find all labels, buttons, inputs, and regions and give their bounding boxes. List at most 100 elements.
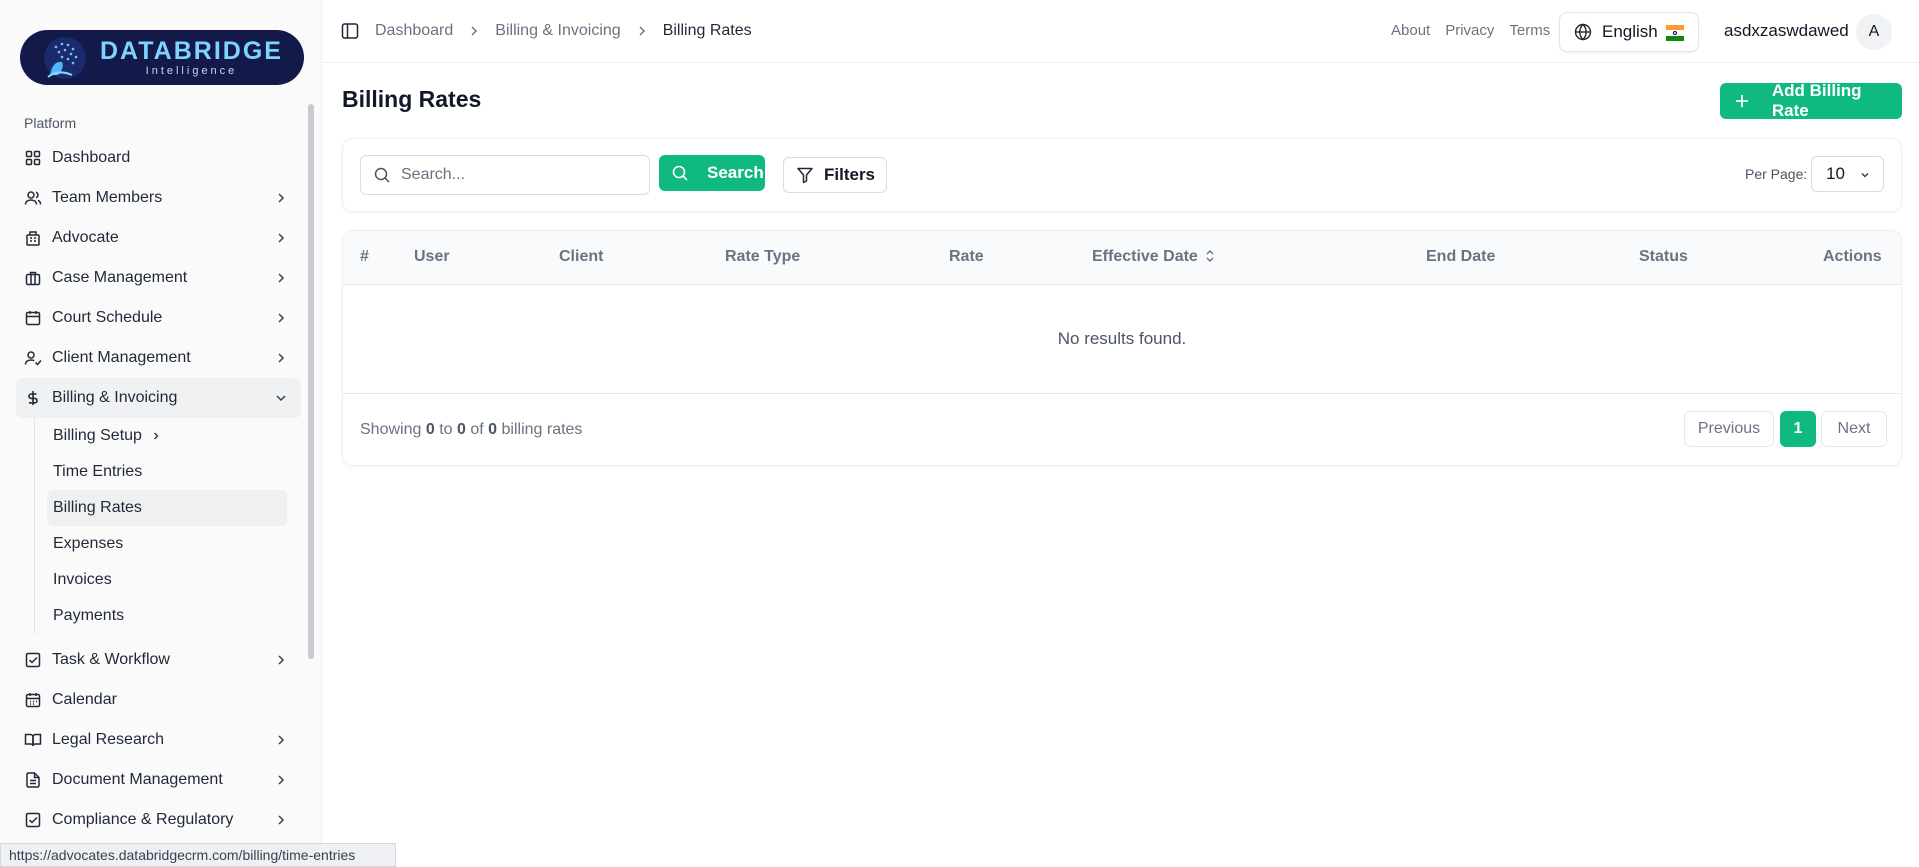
submenu-item-label: Billing Setup (53, 427, 142, 444)
plus-icon (1735, 95, 1748, 107)
chevron-right-icon (278, 655, 285, 665)
chevron-right-icon (153, 432, 159, 440)
sidebar-item-compliance-regulatory[interactable]: Compliance & Regulatory (16, 800, 301, 840)
summary-to-word: to (439, 421, 453, 438)
per-page-label: Per Page: (1745, 166, 1808, 182)
chevron-right-icon (278, 193, 285, 203)
filter-toolbar: Search Filters Per Page: 10 (342, 138, 1902, 212)
link-about[interactable]: About (1391, 22, 1430, 39)
search-field[interactable] (360, 155, 650, 195)
sidebar-item-advocate[interactable]: Advocate (16, 218, 301, 258)
calendar-icon (24, 691, 42, 709)
brand-subtitle: Intelligence (145, 64, 238, 77)
submenu-item-billing-rates[interactable]: Billing Rates (47, 490, 287, 526)
column-header-rate: Rate (949, 248, 984, 265)
sidebar-item-label: Client Management (52, 349, 191, 366)
submenu-item-payments[interactable]: Payments (51, 598, 291, 634)
chevron-right-icon (639, 26, 645, 36)
submenu-item-time-entries[interactable]: Time Entries (51, 454, 291, 490)
sidebar-item-court-schedule[interactable]: Court Schedule (16, 298, 301, 338)
sidebar-item-task-workflow[interactable]: Task & Workflow (16, 640, 301, 680)
sidebar-item-label: Advocate (52, 229, 119, 246)
brand-logo[interactable]: DATABRIDGE Intelligence (20, 30, 304, 85)
chevron-down-icon (276, 395, 286, 402)
submenu-item-label: Billing Rates (53, 499, 142, 516)
chevron-right-icon (278, 313, 285, 323)
sidebar-nav: Platform Dashboard Team Members Advocate… (16, 112, 301, 840)
column-header-end-date: End Date (1426, 248, 1496, 265)
add-billing-rate-button[interactable]: Add Billing Rate (1720, 81, 1902, 120)
submenu-item-label: Time Entries (53, 463, 143, 480)
users-icon (24, 189, 42, 207)
user-check-icon (24, 349, 42, 367)
breadcrumb-current: Billing Rates (662, 22, 752, 39)
submenu-item-billing-setup[interactable]: Billing Setup (51, 418, 291, 454)
chevron-right-icon (471, 26, 478, 36)
next-page-button[interactable]: Next (1821, 411, 1887, 447)
chevron-right-icon (278, 233, 285, 243)
globe-icon (1574, 23, 1592, 41)
filter-icon (797, 167, 813, 184)
india-flag-icon (1666, 25, 1684, 41)
sidebar-toggle-icon[interactable] (341, 22, 359, 40)
link-privacy[interactable]: Privacy (1445, 22, 1494, 39)
top-bar: Dashboard Billing & Invoicing Billing Ra… (323, 0, 1919, 63)
column-header-client: Client (559, 248, 604, 265)
sidebar-item-team-members[interactable]: Team Members (16, 178, 301, 218)
column-header-effective-date-wrap[interactable]: Effective Date (1092, 248, 1216, 266)
sidebar-item-label: Court Schedule (52, 309, 163, 326)
chevron-right-icon (278, 775, 285, 785)
column-header-rate-type: Rate Type (725, 248, 801, 265)
sidebar-item-label: Compliance & Regulatory (52, 811, 234, 828)
link-terms[interactable]: Terms (1509, 22, 1550, 39)
breadcrumb-dashboard[interactable]: Dashboard (375, 22, 453, 40)
user-name[interactable]: asdxzaswdawed (1724, 21, 1849, 41)
book-icon (24, 731, 42, 749)
sidebar: DATABRIDGE Intelligence Platform Dashboa… (0, 0, 322, 867)
column-header-user: User (414, 248, 450, 265)
summary-total: 0 (488, 421, 498, 438)
sidebar-item-calendar[interactable]: Calendar (16, 680, 301, 720)
column-header-effective-date: Effective Date (1092, 248, 1198, 265)
page-title: Billing Rates (342, 86, 482, 112)
header-links: About Privacy Terms (1391, 22, 1550, 39)
breadcrumb: Dashboard Billing & Invoicing Billing Ra… (375, 20, 752, 42)
summary-prefix: Showing (360, 421, 422, 438)
sidebar-item-billing-invoicing[interactable]: Billing & Invoicing (16, 378, 301, 418)
calendar-icon (24, 309, 42, 327)
language-selector[interactable]: English (1559, 12, 1699, 52)
chevron-right-icon (278, 273, 285, 283)
submenu-item-expenses[interactable]: Expenses (51, 526, 291, 562)
grid-icon (24, 149, 42, 167)
billing-submenu: Billing Setup Time Entries Billing Rates… (34, 418, 301, 634)
previous-page-button[interactable]: Previous (1684, 411, 1774, 447)
checkbox-icon (24, 651, 42, 669)
per-page-select[interactable]: 10 (1811, 156, 1884, 192)
brand-title: DATABRIDGE (100, 36, 283, 65)
summary-to: 0 (456, 421, 466, 438)
search-input[interactable] (401, 166, 631, 184)
sidebar-item-label: Case Management (52, 269, 188, 286)
avatar[interactable]: A (1856, 14, 1892, 50)
breadcrumb-billing-invoicing[interactable]: Billing & Invoicing (495, 22, 620, 40)
sidebar-item-document-management[interactable]: Document Management (16, 760, 301, 800)
sidebar-item-label: Task & Workflow (52, 651, 170, 668)
add-billing-rate-label: Add Billing Rate (1771, 81, 1862, 120)
search-button[interactable]: Search (659, 155, 765, 191)
sidebar-item-dashboard[interactable]: Dashboard (16, 138, 301, 178)
sidebar-item-client-management[interactable]: Client Management (16, 338, 301, 378)
sidebar-item-legal-research[interactable]: Legal Research (16, 720, 301, 760)
building-icon (24, 229, 42, 247)
sidebar-item-label: Dashboard (52, 149, 131, 166)
sidebar-item-label: Document Management (52, 771, 223, 788)
sidebar-scrollbar[interactable] (308, 104, 314, 659)
status-bar-url: https://advocates.databridgecrm.com/bill… (0, 843, 396, 867)
column-header-status: Status (1639, 248, 1688, 265)
page-1-button[interactable]: 1 (1780, 411, 1816, 447)
submenu-item-invoices[interactable]: Invoices (51, 562, 291, 598)
filters-button[interactable]: Filters (783, 157, 887, 193)
per-page-value: 10 (1826, 164, 1845, 183)
logo-head-icon (42, 35, 88, 81)
sidebar-item-case-management[interactable]: Case Management (16, 258, 301, 298)
column-header-index: # (360, 248, 369, 265)
